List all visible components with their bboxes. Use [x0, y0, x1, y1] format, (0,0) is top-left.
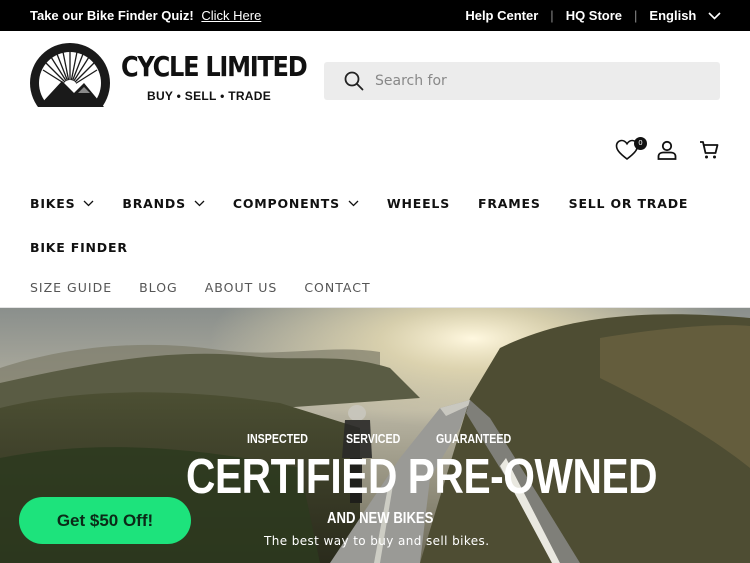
hero-headline: CERTIFIED PRE-OWNED: [186, 450, 658, 504]
link-separator: |: [634, 8, 638, 23]
promo-text: Take our Bike Finder Quiz! Click Here: [30, 8, 261, 23]
search-input[interactable]: [375, 62, 705, 100]
nav-label: BIKE FINDER: [30, 240, 128, 255]
chevron-down-icon: [348, 200, 359, 207]
hero-tagline: The best way to buy and sell bikes.: [264, 534, 490, 548]
nav-item-blog[interactable]: BLOG: [139, 280, 178, 295]
nav-item-bikes[interactable]: BIKES: [30, 196, 94, 211]
utility-links: Help Center | HQ Store | English: [465, 8, 721, 23]
user-icon[interactable]: [657, 140, 677, 160]
nav-item-size-guide[interactable]: SIZE GUIDE: [30, 280, 112, 295]
nav-item-about-us[interactable]: ABOUT US: [205, 280, 278, 295]
hq-store-link[interactable]: HQ Store: [566, 8, 622, 23]
nav-item-frames[interactable]: FRAMES: [478, 196, 541, 211]
nav-label: COMPONENTS: [232, 196, 340, 211]
language-label: English: [649, 8, 697, 23]
nav-item-sell-or-trade[interactable]: SELL OR TRADE: [569, 196, 689, 211]
hero-label-inspected: INSPECTED: [247, 431, 309, 446]
nav-label: BRANDS: [122, 196, 186, 211]
nav-label: FRAMES: [478, 196, 541, 211]
brand-tagline: BUY • SELL • TRADE: [147, 89, 272, 103]
wishlist-count-badge: 0: [634, 137, 647, 150]
nav-item-brands[interactable]: BRANDS: [122, 196, 205, 211]
search-icon[interactable]: [344, 71, 364, 91]
nav-label: WHEELS: [386, 196, 451, 211]
chevron-down-icon: [194, 200, 205, 207]
language-selector[interactable]: English: [649, 8, 721, 23]
search-bar[interactable]: [324, 62, 720, 100]
secondary-nav: SIZE GUIDE BLOG ABOUT US CONTACT: [30, 280, 398, 295]
logo-icon[interactable]: [30, 43, 110, 107]
nav-item-wheels[interactable]: WHEELS: [387, 196, 450, 211]
nav-item-components[interactable]: COMPONENTS: [233, 196, 359, 211]
hero-subheadline: AND NEW BIKES: [327, 510, 434, 527]
announcement-bar: Take our Bike Finder Quiz! Click Here He…: [0, 0, 750, 31]
nav-label: BIKES: [30, 196, 76, 211]
chevron-down-icon: [83, 200, 94, 207]
promo-link[interactable]: Click Here: [201, 8, 261, 23]
link-separator: |: [550, 8, 554, 23]
nav-label: SELL OR TRADE: [568, 196, 689, 211]
hero-label-guaranteed: GUARANTEED: [436, 431, 512, 446]
primary-nav: BIKES BRANDS COMPONENTS WHEELS FRAMES SE…: [30, 196, 716, 211]
promo-message: Take our Bike Finder Quiz!: [30, 8, 194, 23]
get-discount-button[interactable]: Get $50 Off!: [19, 497, 191, 544]
primary-nav-row-2: BIKE FINDER: [30, 240, 156, 255]
help-center-link[interactable]: Help Center: [465, 8, 538, 23]
nav-item-contact[interactable]: CONTACT: [304, 280, 370, 295]
chevron-down-icon: [708, 12, 721, 20]
hero-label-serviced: SERVICED: [346, 431, 401, 446]
nav-item-bike-finder[interactable]: BIKE FINDER: [30, 240, 128, 255]
brand-name[interactable]: CYCLE LIMITED: [121, 50, 308, 83]
cart-icon[interactable]: [699, 140, 719, 160]
